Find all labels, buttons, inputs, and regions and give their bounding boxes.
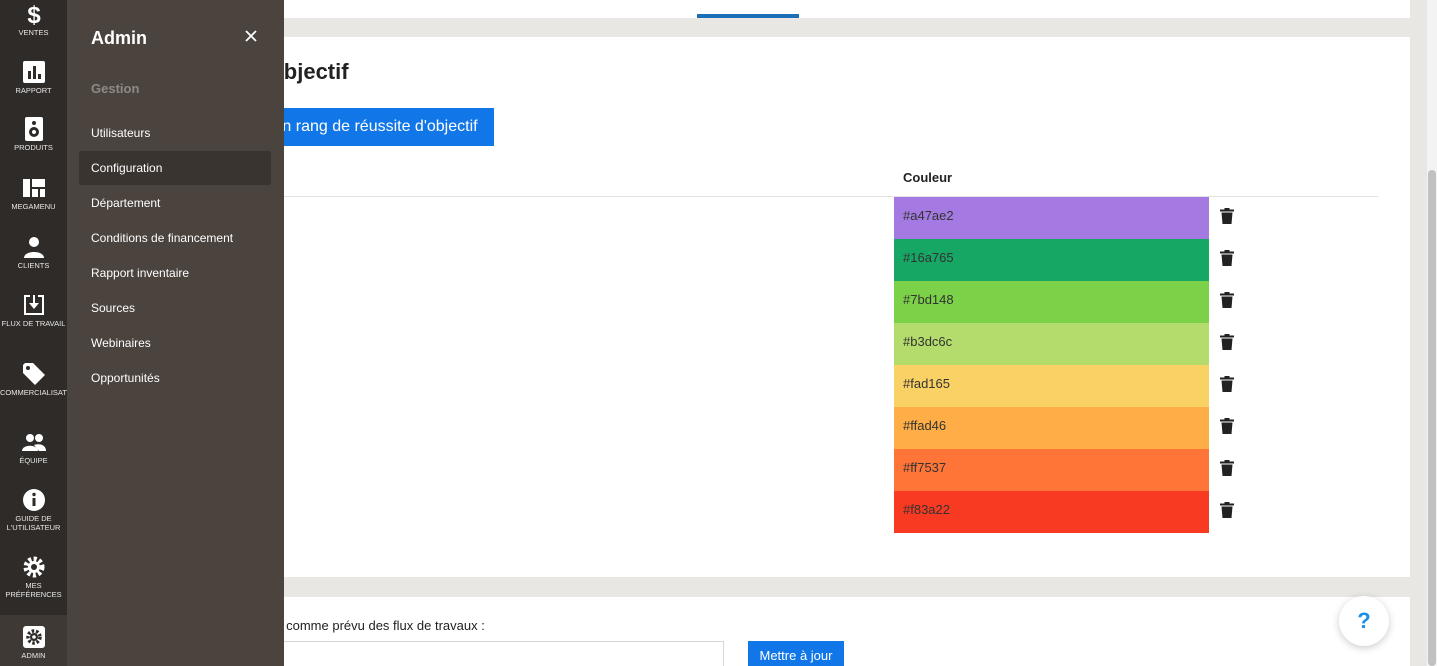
panel-item[interactable]: Département	[79, 186, 271, 220]
rail-label: COMMERCIALISATION	[0, 388, 81, 397]
color-swatch[interactable]: #b3dc6c	[894, 323, 1209, 365]
trash-icon[interactable]	[1220, 208, 1234, 224]
icon-rail: $ VENTES RAPPORT PRODUITS MEGAMENU CLIEN…	[0, 0, 81, 666]
rail-label: VENTES	[18, 28, 49, 37]
color-swatch[interactable]: #16a765	[894, 239, 1209, 281]
bar-chart-icon	[22, 61, 45, 83]
active-tab-indicator	[697, 14, 799, 18]
panel-item[interactable]: Opportunités	[79, 361, 271, 395]
rail-item-commercialisation[interactable]: COMMERCIALISATION	[0, 362, 81, 397]
rail-item-rapport[interactable]: RAPPORT	[0, 60, 67, 95]
close-icon[interactable]	[243, 28, 259, 44]
info-icon	[22, 489, 45, 511]
download-tray-icon	[23, 295, 44, 315]
rail-item-admin[interactable]: ADMIN	[0, 625, 67, 660]
group-icon	[21, 434, 46, 451]
rail-item-flux-de-travail[interactable]: FLUX DE TRAVAIL	[0, 293, 67, 328]
update-button[interactable]: Mettre à jour	[748, 641, 844, 666]
color-swatch[interactable]: #ff7537	[894, 449, 1209, 491]
rail-label: MEGAMENU	[11, 202, 56, 211]
panel-item[interactable]: Configuration	[79, 151, 271, 185]
column-header-color: Couleur	[903, 170, 953, 185]
rail-item-megamenu[interactable]: MEGAMENU	[0, 176, 67, 211]
gear-icon	[23, 556, 44, 578]
color-swatch[interactable]: #a47ae2	[894, 197, 1209, 239]
dollar-icon: $	[27, 2, 41, 26]
trash-icon[interactable]	[1220, 418, 1234, 434]
rail-item-guide[interactable]: GUIDE DE L'UTILISATEUR	[0, 488, 67, 532]
rail-label: RAPPORT	[15, 86, 52, 95]
trash-icon[interactable]	[1220, 376, 1234, 392]
svg-text:$: $	[27, 2, 41, 26]
color-swatch[interactable]: #fad165	[894, 365, 1209, 407]
trash-icon[interactable]	[1220, 250, 1234, 266]
panel-item[interactable]: Conditions de financement	[79, 221, 271, 255]
panel-item[interactable]: Webinaires	[79, 326, 271, 360]
tag-icon	[22, 363, 45, 385]
trash-icon[interactable]	[1220, 502, 1234, 518]
rail-item-ventes[interactable]: $ VENTES	[0, 2, 67, 37]
rail-label: MES PRÉFÉRENCES	[5, 581, 62, 599]
panel-item[interactable]: Rapport inventaire	[79, 256, 271, 290]
person-icon	[23, 237, 44, 258]
rail-label: FLUX DE TRAVAIL	[1, 319, 66, 328]
rail-item-produits[interactable]: PRODUITS	[0, 117, 67, 152]
trash-icon[interactable]	[1220, 292, 1234, 308]
help-button[interactable]: ?	[1339, 596, 1389, 646]
workflow-label: s comme prévu des flux de travaux :	[276, 618, 485, 633]
panel-section-gestion: Gestion	[91, 81, 140, 96]
trash-icon[interactable]	[1220, 460, 1234, 476]
rail-label: PRODUITS	[14, 143, 53, 152]
workflow-input[interactable]	[276, 641, 724, 666]
rail-label: ADMIN	[21, 651, 46, 660]
rail-item-equipe[interactable]: ÉQUIPE	[0, 430, 67, 465]
speaker-icon	[24, 117, 43, 141]
rail-label: GUIDE DE L'UTILISATEUR	[6, 514, 61, 532]
panel-title: Admin	[91, 28, 147, 48]
rail-item-preferences[interactable]: MES PRÉFÉRENCES	[0, 555, 67, 599]
admin-gear-icon	[22, 626, 45, 648]
rail-label: CLIENTS	[17, 261, 50, 270]
color-swatch[interactable]: #7bd148	[894, 281, 1209, 323]
scrollbar-thumb[interactable]	[1428, 170, 1436, 666]
trash-icon[interactable]	[1220, 334, 1234, 350]
panel-item[interactable]: Utilisateurs	[79, 116, 271, 150]
grid-icon	[22, 179, 45, 197]
color-swatch[interactable]: #ffad46	[894, 407, 1209, 449]
rail-item-clients[interactable]: CLIENTS	[0, 235, 67, 270]
rail-label: ÉQUIPE	[19, 456, 48, 465]
panel-item[interactable]: Sources	[79, 291, 271, 325]
color-swatch[interactable]: #f83a22	[894, 491, 1209, 533]
